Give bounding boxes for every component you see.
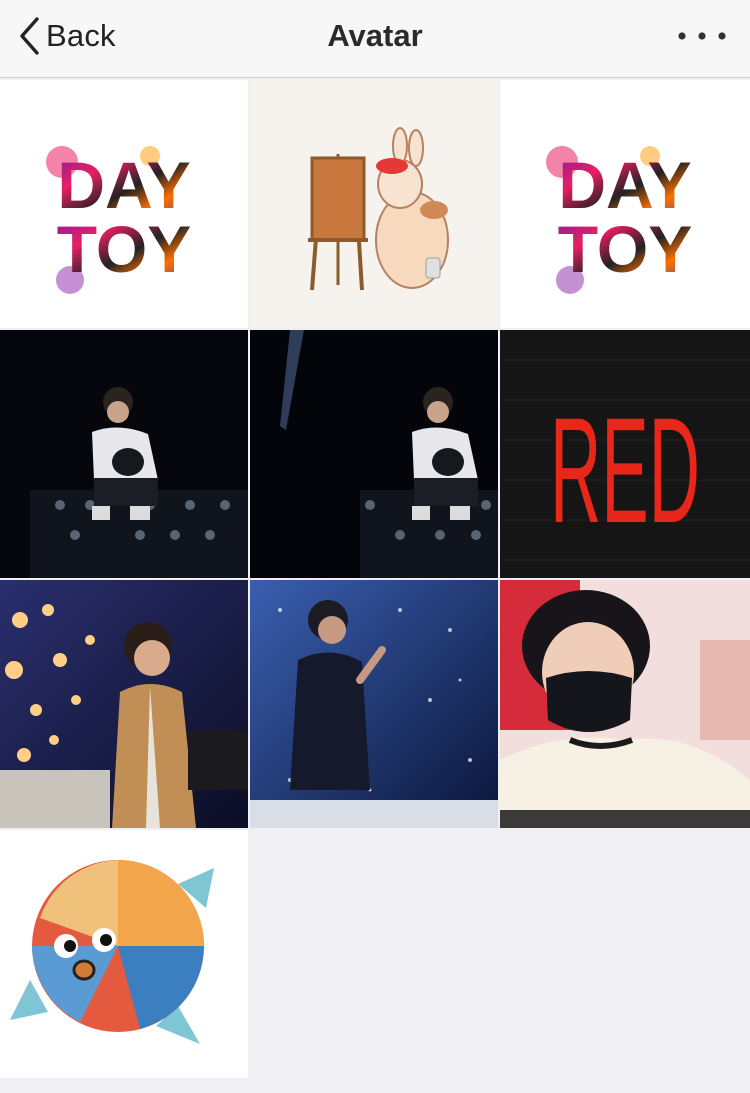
- avatar-grid: DAY TOY DAY TOY RED: [0, 80, 750, 1078]
- chevron-left-icon: [18, 16, 40, 56]
- avatar-tile-5[interactable]: [250, 330, 498, 578]
- avatar-tile-9[interactable]: [500, 580, 750, 828]
- bunny-painter-image: [250, 80, 498, 328]
- red-logo-image: RED: [500, 330, 750, 578]
- avatar-tile-7[interactable]: [0, 580, 248, 828]
- avatar-tile-6[interactable]: RED: [500, 330, 750, 578]
- selfie-mask-image: [500, 580, 750, 828]
- ellipsis-icon: [674, 32, 730, 54]
- stage-photo-seated-image: [0, 330, 248, 578]
- navigation-bar: Back Avatar: [0, 0, 750, 78]
- daytoy-line-1: DAY: [57, 148, 190, 222]
- daytoy-line-1: DAY: [558, 148, 691, 222]
- avatar-tile-3[interactable]: DAY TOY: [500, 80, 750, 328]
- back-button[interactable]: Back: [18, 14, 116, 58]
- daytoy-line-2: TOY: [558, 212, 692, 286]
- red-logo-text: RED: [550, 386, 700, 554]
- avatar-tile-8[interactable]: [250, 580, 498, 828]
- daytoy-logo-image: DAY TOY: [500, 80, 750, 328]
- more-button[interactable]: [674, 22, 730, 50]
- avatar-tile-2[interactable]: [250, 80, 498, 328]
- back-label: Back: [46, 18, 116, 53]
- daytoy-logo-image: DAY TOY: [0, 80, 248, 328]
- pufferfish-image: [0, 830, 248, 1078]
- stage-photo-singing-image: [250, 580, 498, 828]
- stage-photo-coat-image: [0, 580, 248, 828]
- avatar-tile-10[interactable]: [0, 830, 248, 1078]
- stage-photo-seated-spotlight-image: [250, 330, 498, 578]
- avatar-tile-1[interactable]: DAY TOY: [0, 80, 248, 328]
- avatar-tile-4[interactable]: [0, 330, 248, 578]
- daytoy-line-2: TOY: [57, 212, 191, 286]
